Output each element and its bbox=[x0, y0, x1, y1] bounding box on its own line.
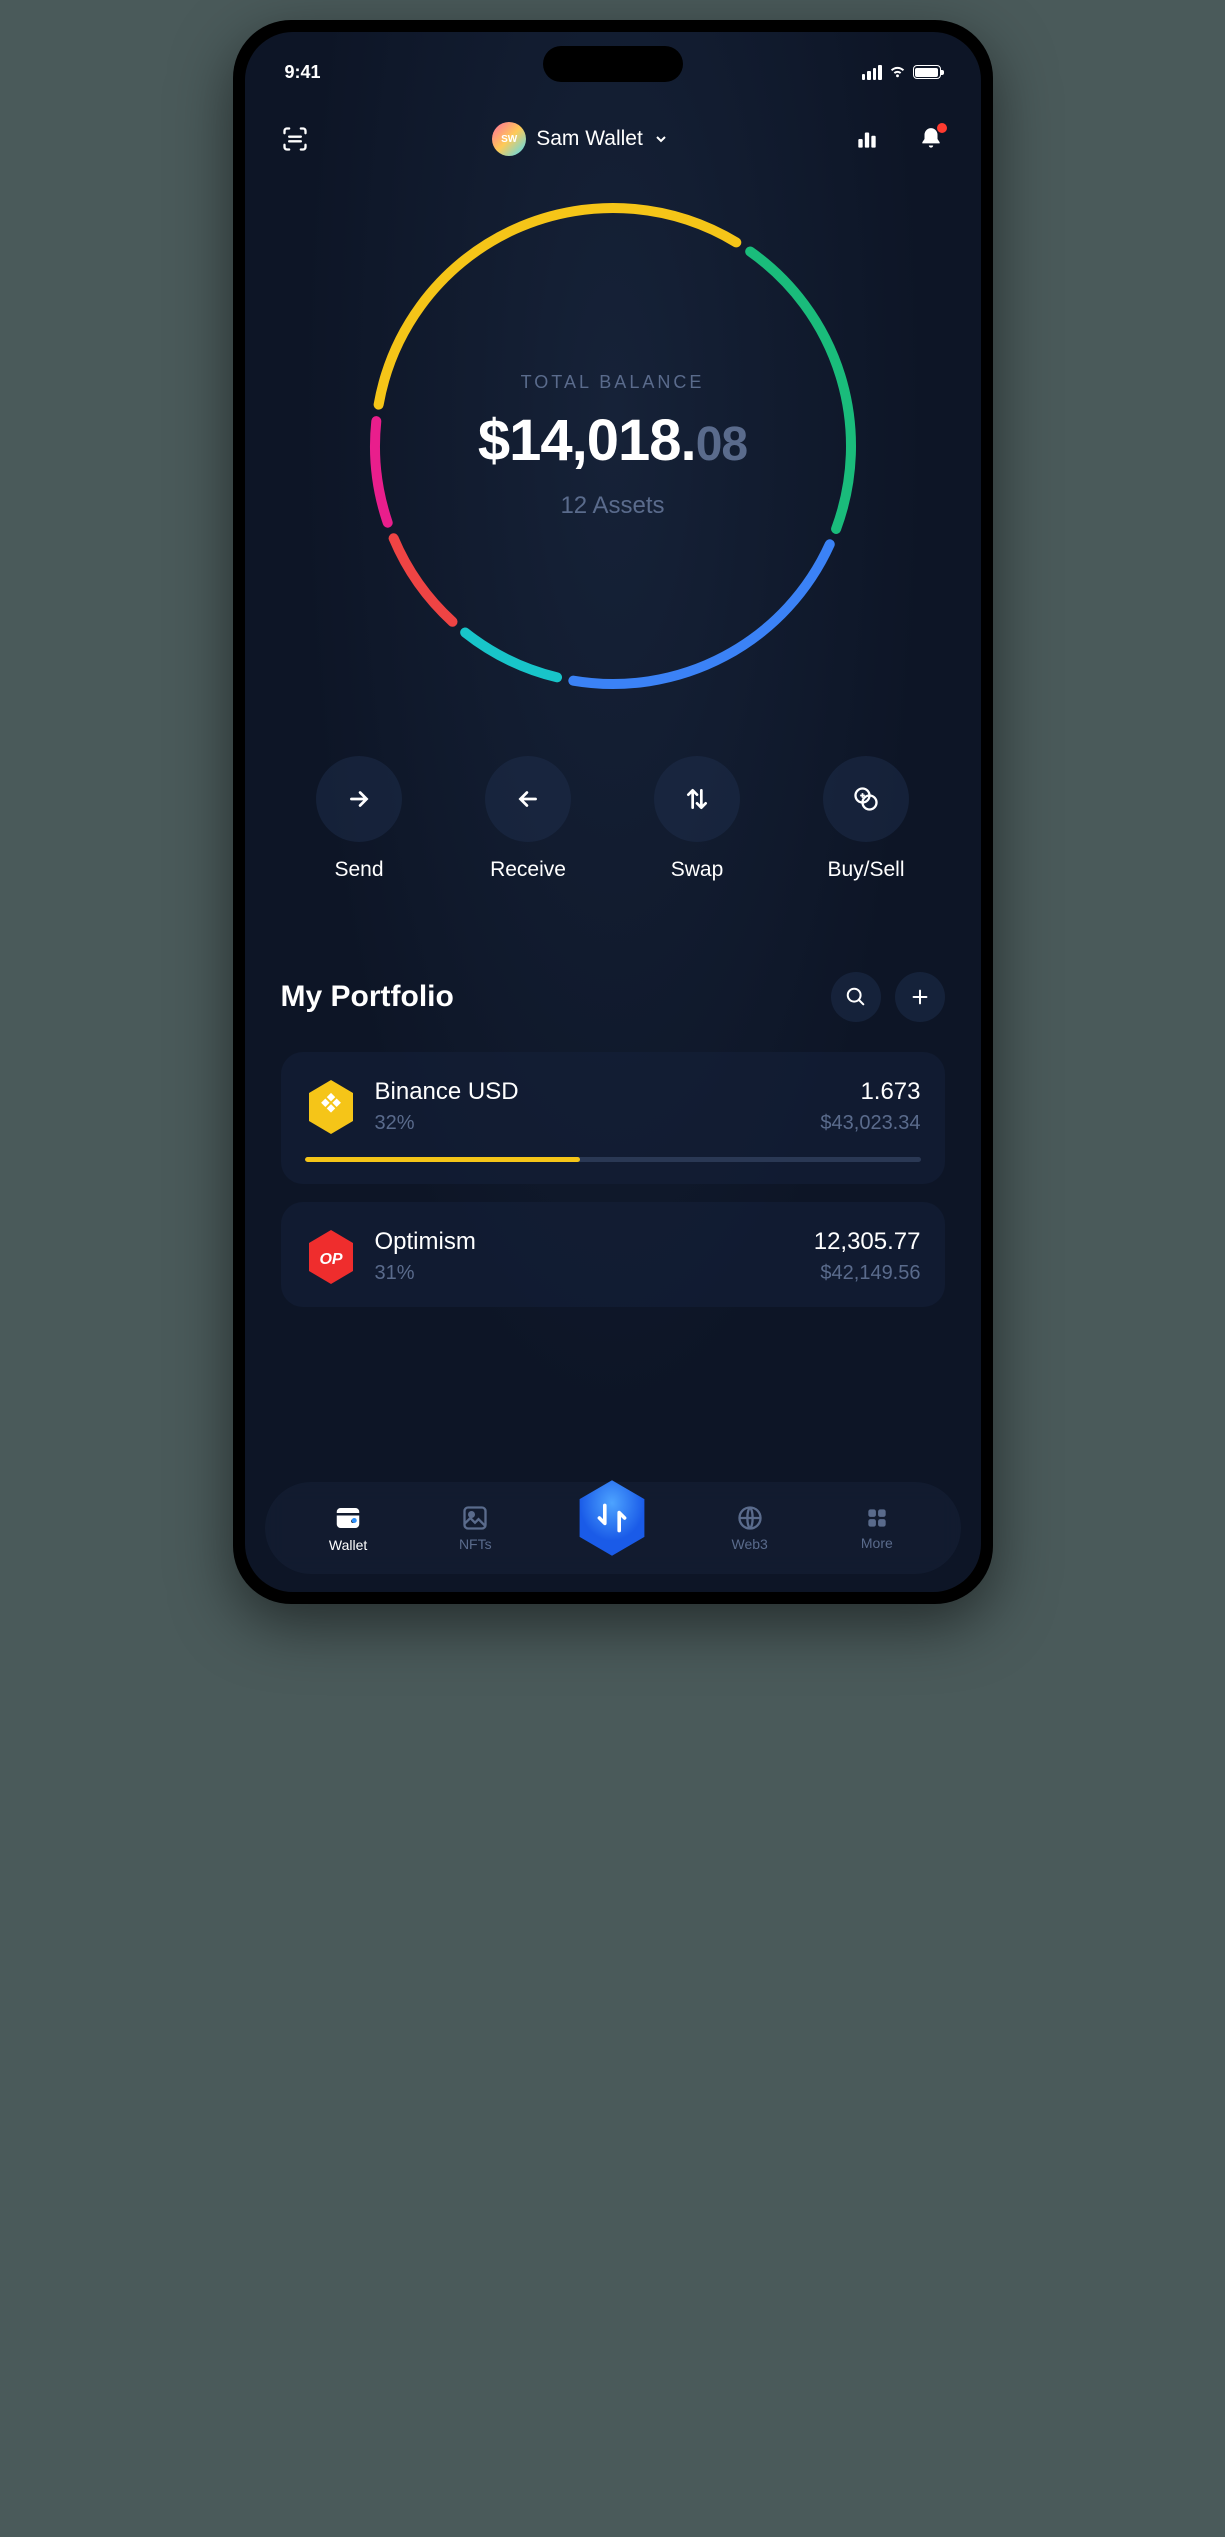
hexagon-swap-icon bbox=[567, 1473, 657, 1563]
action-row: Send Receive Swap Buy/Sell bbox=[245, 706, 981, 912]
nav-center-button[interactable] bbox=[567, 1473, 657, 1563]
asset-name: Binance USD bbox=[375, 1078, 519, 1106]
balance-ring: TOTAL BALANCE $14,018.08 12 Assets bbox=[353, 186, 873, 706]
swap-label: Swap bbox=[671, 858, 724, 882]
nav-nfts-label: NFTs bbox=[459, 1536, 492, 1552]
nav-more-label: More bbox=[861, 1535, 893, 1551]
app-header: SW Sam Wallet bbox=[245, 92, 981, 176]
ring-segment bbox=[750, 252, 851, 529]
asset-percent: 32% bbox=[375, 1112, 519, 1135]
nav-wallet[interactable]: Wallet bbox=[313, 1503, 383, 1553]
status-time: 9:41 bbox=[285, 62, 321, 83]
portfolio-title: My Portfolio bbox=[281, 980, 454, 1014]
status-icons bbox=[862, 65, 941, 80]
asset-name: Optimism bbox=[375, 1228, 476, 1256]
search-icon bbox=[845, 986, 867, 1008]
bar-chart-icon bbox=[854, 126, 880, 152]
receive-button[interactable]: Receive bbox=[485, 756, 571, 882]
svg-text:OP: OP bbox=[319, 1251, 342, 1268]
buysell-label: Buy/Sell bbox=[827, 858, 904, 882]
asset-count: 12 Assets bbox=[560, 492, 664, 520]
wallet-icon bbox=[333, 1503, 363, 1533]
balance-amount: $14,018.08 bbox=[478, 407, 747, 474]
signal-icon bbox=[862, 65, 882, 80]
ring-segment bbox=[465, 633, 557, 678]
arrow-right-icon bbox=[346, 786, 372, 812]
notification-badge bbox=[937, 123, 947, 133]
portfolio-section: My Portfolio Binance USD 32% bbox=[245, 912, 981, 1307]
balance-label: TOTAL BALANCE bbox=[521, 372, 705, 393]
send-label: Send bbox=[334, 858, 383, 882]
asset-card[interactable]: OP Optimism 31% 12,305.77 $42,149.56 bbox=[281, 1202, 945, 1307]
notifications-button[interactable] bbox=[917, 125, 945, 153]
battery-icon bbox=[913, 65, 941, 79]
nav-web3[interactable]: Web3 bbox=[715, 1504, 785, 1552]
asset-amount: 1.673 bbox=[860, 1078, 920, 1106]
scan-icon bbox=[281, 125, 309, 153]
asset-value: $42,149.56 bbox=[820, 1262, 920, 1285]
nav-wallet-label: Wallet bbox=[329, 1537, 367, 1553]
device-notch bbox=[543, 46, 683, 82]
image-icon bbox=[461, 1504, 489, 1532]
receive-label: Receive bbox=[490, 858, 566, 882]
wallet-name: Sam Wallet bbox=[536, 127, 643, 151]
ring-segment bbox=[375, 421, 388, 523]
nav-web3-label: Web3 bbox=[731, 1536, 767, 1552]
asset-percent: 31% bbox=[375, 1262, 476, 1285]
swap-button[interactable]: Swap bbox=[654, 756, 740, 882]
asset-amount: 12,305.77 bbox=[814, 1228, 921, 1256]
balance-main: $14,018. bbox=[478, 408, 696, 473]
coins-icon bbox=[852, 785, 880, 813]
add-button[interactable] bbox=[895, 972, 945, 1022]
send-button[interactable]: Send bbox=[316, 756, 402, 882]
globe-icon bbox=[736, 1504, 764, 1532]
wallet-selector[interactable]: SW Sam Wallet bbox=[492, 122, 669, 156]
search-button[interactable] bbox=[831, 972, 881, 1022]
wallet-avatar: SW bbox=[492, 122, 526, 156]
arrow-left-icon bbox=[515, 786, 541, 812]
plus-icon bbox=[909, 986, 931, 1008]
asset-card[interactable]: Binance USD 32% 1.673 $43,023.34 bbox=[281, 1052, 945, 1184]
scan-button[interactable] bbox=[281, 125, 309, 153]
phone-frame: 9:41 SW Sam W bbox=[233, 20, 993, 1604]
asset-value: $43,023.34 bbox=[820, 1112, 920, 1135]
asset-icon bbox=[305, 1081, 357, 1133]
chevron-down-icon bbox=[653, 131, 669, 147]
stats-button[interactable] bbox=[853, 125, 881, 153]
wifi-icon bbox=[888, 65, 907, 79]
nav-nfts[interactable]: NFTs bbox=[440, 1504, 510, 1552]
screen: 9:41 SW Sam W bbox=[245, 32, 981, 1592]
ring-segment bbox=[573, 544, 829, 684]
nav-more[interactable]: More bbox=[842, 1505, 912, 1551]
buysell-button[interactable]: Buy/Sell bbox=[823, 756, 909, 882]
bottom-nav: Wallet NFTs Web3 More bbox=[265, 1482, 961, 1574]
grid-icon bbox=[864, 1505, 890, 1531]
balance-cents: 08 bbox=[696, 418, 747, 471]
asset-progress bbox=[305, 1157, 921, 1162]
swap-icon bbox=[684, 786, 710, 812]
ring-segment bbox=[393, 538, 452, 622]
asset-icon: OP bbox=[305, 1231, 357, 1283]
